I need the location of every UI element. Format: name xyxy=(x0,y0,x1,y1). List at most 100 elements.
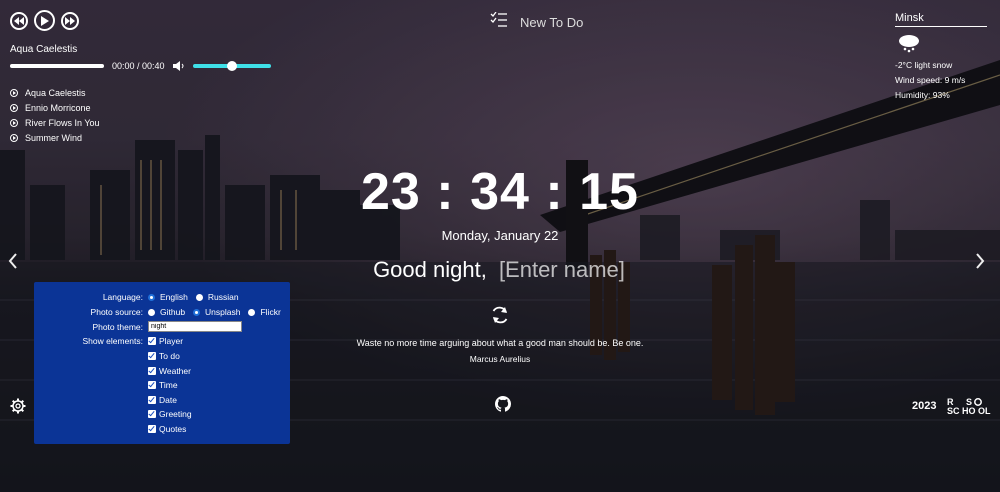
checkbox[interactable] xyxy=(148,410,156,418)
show-elements-row-greeting: Greeting xyxy=(34,409,200,419)
settings-button[interactable] xyxy=(10,398,26,419)
name-input[interactable] xyxy=(498,257,627,283)
toggle-quotes[interactable]: Quotes xyxy=(148,424,186,434)
play-circle-icon xyxy=(10,133,18,142)
rs-school-logo[interactable]: R S SC HO OL xyxy=(946,397,992,417)
checkbox[interactable] xyxy=(148,381,156,389)
toggle-weather[interactable]: Weather xyxy=(148,366,191,376)
toggle-greeting[interactable]: Greeting xyxy=(148,409,192,419)
change-quote-button[interactable] xyxy=(490,305,510,330)
checkbox-label: Player xyxy=(159,336,184,346)
language-row: Language: English Russian xyxy=(34,292,247,302)
radio[interactable] xyxy=(195,293,203,301)
show-elements-row: Show elements: Player xyxy=(34,336,191,346)
todo-label: New To Do xyxy=(520,15,584,30)
playlist-item-label: Ennio Morricone xyxy=(25,102,91,113)
progress-bar[interactable] xyxy=(10,64,104,68)
temperature-description: -2°C light snow xyxy=(895,60,953,70)
checkbox[interactable] xyxy=(148,337,156,345)
refresh-icon xyxy=(492,306,508,324)
checkbox[interactable] xyxy=(148,425,156,433)
source-option-github[interactable]: Github xyxy=(148,307,185,317)
toggle-player[interactable]: Player xyxy=(148,336,183,346)
playlist: Aqua Caelestis Ennio Morricone River Flo… xyxy=(10,85,280,145)
todo-toggle[interactable]: New To Do xyxy=(490,9,583,30)
checkbox-label: Time xyxy=(159,380,178,390)
date: Monday, January 22 xyxy=(441,228,559,243)
playlist-item[interactable]: Aqua Caelestis xyxy=(10,85,280,100)
track-time: 00:00 / 00:40 xyxy=(112,61,165,71)
playlist-item[interactable]: River Flows In You xyxy=(10,115,280,130)
github-icon xyxy=(495,396,511,412)
settings-panel: Language: English Russian Photo source: … xyxy=(34,282,290,444)
show-elements-row-date: Date xyxy=(34,395,185,405)
photo-source-row: Photo source: Github Unsplash Flickr xyxy=(34,307,289,317)
weather-widget: Minsk -2°C light snow Wind speed: 9 m/s … xyxy=(895,12,987,100)
show-elements-row-time: Time xyxy=(34,380,186,390)
source-option-unsplash[interactable]: Unsplash xyxy=(193,307,240,317)
snow-cloud-icon xyxy=(899,35,919,53)
checkbox-label: Greeting xyxy=(159,409,192,419)
radio-selected[interactable] xyxy=(148,293,155,301)
checkbox-label: Quotes xyxy=(159,424,187,434)
checkbox[interactable] xyxy=(148,352,156,360)
language-option-russian[interactable]: Russian xyxy=(195,292,239,302)
toggle-time[interactable]: Time xyxy=(148,380,178,390)
player-controls xyxy=(10,10,280,31)
toggle-date[interactable]: Date xyxy=(148,395,177,405)
github-link[interactable] xyxy=(495,396,511,417)
play-circle-icon xyxy=(10,118,18,127)
footer-year: 2023 xyxy=(912,400,937,412)
volume-slider[interactable] xyxy=(192,61,271,71)
play-circle-icon xyxy=(10,103,18,112)
checkbox-label: Date xyxy=(159,395,177,405)
radio[interactable] xyxy=(248,308,256,316)
playlist-item[interactable]: Ennio Morricone xyxy=(10,100,280,115)
wind-speed: Wind speed: 9 m/s xyxy=(895,75,966,85)
checkbox-label: To do xyxy=(159,351,180,361)
play-button[interactable] xyxy=(34,10,55,31)
radio[interactable] xyxy=(148,308,155,316)
checkbox[interactable] xyxy=(148,367,156,375)
playlist-item-label: River Flows In You xyxy=(25,117,100,128)
volume-knob[interactable] xyxy=(226,61,237,71)
city-input[interactable]: Minsk xyxy=(895,12,987,27)
show-elements-row-quotes: Quotes xyxy=(34,424,194,434)
rs-school-logo-mark: R S SC HO OL xyxy=(947,397,991,416)
show-elements-label: Show elements: xyxy=(82,336,143,346)
play-circle-icon xyxy=(10,88,18,97)
photo-source-label: Photo source: xyxy=(90,307,143,317)
option-label: Unsplash xyxy=(205,307,241,317)
progress-row: 00:00 / 00:40 xyxy=(10,61,280,71)
photo-theme-row: Photo theme: xyxy=(34,321,242,332)
volume-icon[interactable] xyxy=(172,61,185,71)
radio-selected[interactable] xyxy=(193,308,201,316)
show-elements-row-todo: To do xyxy=(34,351,188,361)
svg-text:SC HO OL: SC HO OL xyxy=(947,406,991,415)
option-label: Flickr xyxy=(260,307,281,317)
photo-theme-label: Photo theme: xyxy=(92,321,143,332)
current-track-title: Aqua Caelestis xyxy=(10,44,78,55)
next-track-button[interactable] xyxy=(61,11,79,30)
playlist-item-label: Aqua Caelestis xyxy=(25,87,86,98)
playlist-item-label: Summer Wind xyxy=(25,132,83,143)
language-label: Language: xyxy=(102,292,143,302)
play-icon xyxy=(41,15,49,26)
humidity: Humidity: 93% xyxy=(895,90,950,100)
checkbox-label: Weather xyxy=(159,366,191,376)
greeting: Good night, xyxy=(0,257,1000,283)
gear-icon xyxy=(10,398,26,414)
fast-forward-icon xyxy=(65,16,75,25)
option-label: Russian xyxy=(207,292,239,302)
audio-player: Aqua Caelestis 00:00 / 00:40 Aqua Caeles… xyxy=(10,10,280,161)
show-elements-row-weather: Weather xyxy=(34,366,199,376)
checkbox[interactable] xyxy=(148,396,156,404)
photo-theme-input[interactable] xyxy=(148,321,242,332)
source-option-flickr[interactable]: Flickr xyxy=(248,307,281,317)
toggle-todo[interactable]: To do xyxy=(148,351,180,361)
prev-track-button[interactable] xyxy=(10,11,28,30)
playlist-item[interactable]: Summer Wind xyxy=(10,130,280,145)
greeting-text: Good night, xyxy=(373,257,487,282)
language-option-english[interactable]: English xyxy=(148,292,188,302)
rewind-icon xyxy=(14,16,24,25)
